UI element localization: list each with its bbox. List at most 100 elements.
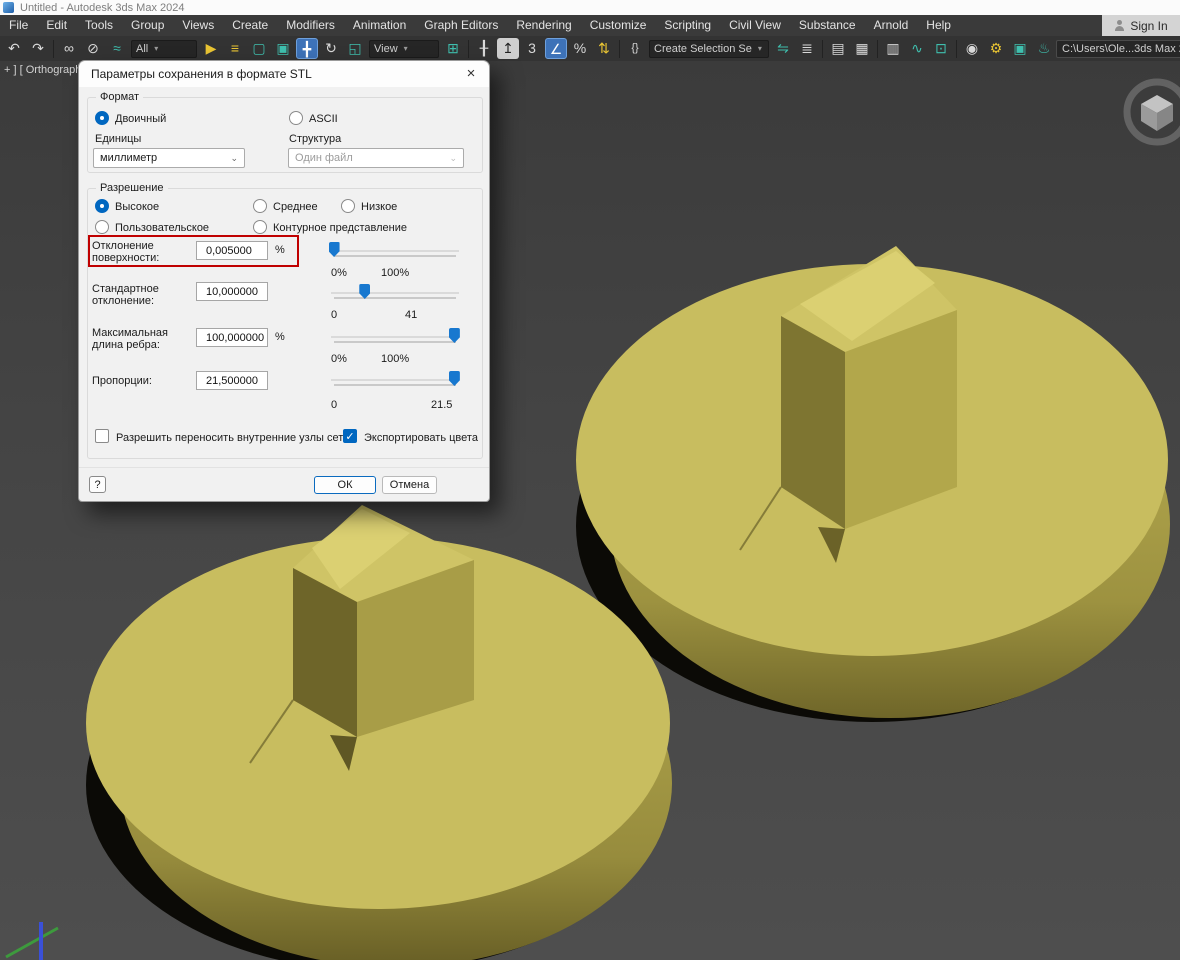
max-edge-length-suffix: % — [275, 331, 285, 343]
radio-medium-label[interactable]: Среднее — [273, 201, 318, 213]
ok-button[interactable]: ОК — [314, 476, 376, 494]
align-icon[interactable]: ≣ — [796, 38, 818, 59]
standard-deviation-input[interactable] — [196, 282, 268, 301]
selection-set-dropdown[interactable]: Create Selection Se ▾ — [649, 39, 769, 58]
select-by-name-icon[interactable]: ≡ — [224, 38, 246, 59]
menu-help[interactable]: Help — [917, 15, 960, 36]
unlink-selection-icon[interactable]: ⊘ — [82, 38, 104, 59]
proportions-slider[interactable] — [331, 371, 460, 397]
help-button[interactable]: ? — [89, 476, 106, 493]
radio-medium[interactable] — [253, 199, 267, 213]
redo-icon[interactable]: ↷ — [27, 38, 49, 59]
menu-modifiers[interactable]: Modifiers — [277, 15, 344, 36]
spinner-snap-icon[interactable]: ⇅ — [593, 38, 615, 59]
radio-ascii[interactable] — [289, 111, 303, 125]
use-pivot-point-center-icon[interactable]: ⊞ — [442, 38, 464, 59]
menu-rendering[interactable]: Rendering — [507, 15, 580, 36]
named-selection-sets-icon[interactable]: {} — [624, 38, 646, 59]
dialog-titlebar: Параметры сохранения в формате STL — [79, 61, 489, 87]
menu-civil-view[interactable]: Civil View — [720, 15, 790, 36]
chevron-down-icon: ⌄ — [230, 152, 238, 163]
material-editor-icon[interactable]: ◉ — [961, 38, 983, 59]
curve-editor-icon[interactable]: ∿ — [906, 38, 928, 59]
radio-contour[interactable] — [253, 220, 267, 234]
render-production-icon[interactable]: ♨ — [1033, 38, 1055, 59]
close-icon[interactable]: × — [461, 64, 481, 84]
menu-customize[interactable]: Customize — [581, 15, 656, 36]
percent-snap-icon[interactable]: % — [569, 38, 591, 59]
radio-low[interactable] — [341, 199, 355, 213]
view-cube[interactable] — [1123, 78, 1180, 146]
select-and-manipulate-icon[interactable]: ╂ — [473, 38, 495, 59]
slider-max-label: 21.5 — [431, 399, 453, 411]
toolbar-separator — [468, 39, 469, 58]
radio-binary-label[interactable]: Двоичный — [115, 113, 166, 125]
select-and-link-icon[interactable]: ∞ — [58, 38, 80, 59]
menu-views[interactable]: Views — [173, 15, 223, 36]
radio-custom-label[interactable]: Пользовательское — [115, 222, 209, 234]
radio-ascii-label[interactable]: ASCII — [309, 113, 338, 125]
project-folder-field[interactable]: C:\Users\Ole...3ds Max 2024 — [1056, 39, 1180, 58]
toolbar-separator — [619, 39, 620, 58]
radio-high[interactable] — [95, 199, 109, 213]
selection-filter-dropdown[interactable]: All ▾ — [131, 39, 197, 58]
radio-low-label[interactable]: Низкое — [361, 201, 397, 213]
menu-tools[interactable]: Tools — [76, 15, 122, 36]
max-edge-length-slider[interactable] — [331, 328, 460, 354]
rectangular-selection-icon[interactable]: ▢ — [248, 38, 270, 59]
proportions-input[interactable] — [196, 371, 268, 390]
menu-arnold[interactable]: Arnold — [865, 15, 918, 36]
slider-min-label: 0 — [331, 399, 338, 411]
standard-deviation-slider[interactable] — [331, 284, 459, 310]
schematic-view-icon[interactable]: ⊡ — [930, 38, 952, 59]
radio-high-label[interactable]: Высокое — [115, 201, 159, 213]
radio-binary[interactable] — [95, 111, 109, 125]
stl-object-back[interactable] — [576, 246, 1170, 722]
menu-graph-editors[interactable]: Graph Editors — [415, 15, 507, 36]
checkbox-export-colors-label[interactable]: Экспортировать цвета — [364, 432, 478, 444]
checkbox-inner-nodes-label[interactable]: Разрешить переносить внутренние узлы сет… — [116, 432, 349, 444]
select-and-rotate-icon[interactable]: ↻ — [320, 38, 342, 59]
select-and-place-icon[interactable]: ↥ — [497, 38, 519, 59]
radio-custom[interactable] — [95, 220, 109, 234]
stl-object-front[interactable] — [86, 505, 672, 960]
menu-scripting[interactable]: Scripting — [655, 15, 720, 36]
cancel-button[interactable]: Отмена — [382, 476, 437, 494]
checkbox-export-colors[interactable]: ✓ — [343, 429, 357, 443]
menu-edit[interactable]: Edit — [37, 15, 76, 36]
slider-max-label: 100% — [381, 353, 410, 365]
bind-to-space-warp-icon[interactable]: ≈ — [106, 38, 128, 59]
radio-contour-label[interactable]: Контурное представление — [273, 222, 407, 234]
slider-min-label: 0 — [331, 309, 338, 321]
max-edge-length-input[interactable] — [196, 328, 268, 347]
select-and-scale-icon[interactable]: ◱ — [344, 38, 366, 59]
structure-label: Структура — [289, 133, 342, 145]
window-crossing-icon[interactable]: ▣ — [272, 38, 294, 59]
ribbon-icon[interactable]: ▥ — [882, 38, 904, 59]
menu-group[interactable]: Group — [122, 15, 173, 36]
3ds-max-window: Untitled - Autodesk 3ds Max 2024 File Ed… — [0, 0, 1180, 960]
rendered-frame-icon[interactable]: ▣ — [1009, 38, 1031, 59]
undo-icon[interactable]: ↶ — [3, 38, 25, 59]
select-object-icon[interactable]: ▶ — [200, 38, 222, 59]
sign-in-button[interactable]: Sign In — [1102, 15, 1180, 36]
surface-deviation-slider[interactable] — [328, 242, 459, 268]
mirror-icon[interactable]: ⇋ — [772, 38, 794, 59]
angle-snap-icon[interactable]: ∠ — [545, 38, 567, 59]
render-setup-icon[interactable]: ⚙ — [985, 38, 1007, 59]
main-toolbar: ↶ ↷ ∞ ⊘ ≈ All ▾ ▶ ≡ ▢ ▣ ╋ ↻ ◱ View ▾ ⊞ ╂… — [0, 36, 1180, 61]
menu-animation[interactable]: Animation — [344, 15, 415, 36]
scene-explorer-icon[interactable]: ▤ — [827, 38, 849, 59]
toolbar-separator — [956, 39, 957, 58]
checkbox-inner-nodes[interactable] — [95, 429, 109, 443]
menu-substance[interactable]: Substance — [790, 15, 865, 36]
user-icon — [1114, 20, 1125, 31]
layer-explorer-icon[interactable]: ▦ — [851, 38, 873, 59]
dialog-separator — [79, 467, 489, 468]
units-dropdown[interactable]: миллиметр ⌄ — [93, 148, 245, 168]
snaps-toggle-icon[interactable]: 3 — [521, 38, 543, 59]
reference-coordinate-dropdown[interactable]: View ▾ — [369, 39, 439, 58]
menu-file[interactable]: File — [0, 15, 37, 36]
select-and-move-icon[interactable]: ╋ — [296, 38, 318, 59]
menu-create[interactable]: Create — [223, 15, 277, 36]
